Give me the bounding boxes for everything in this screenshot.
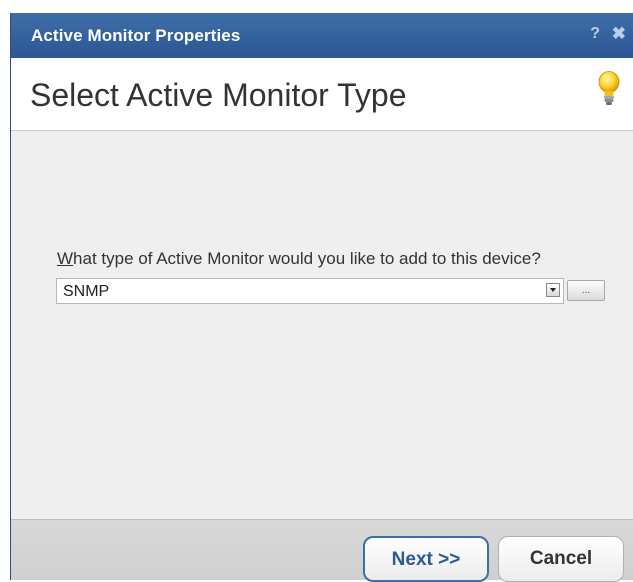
question-text: hat type of Active Monitor would you lik… (73, 249, 541, 268)
help-button[interactable]: ? (590, 25, 600, 43)
browse-monitors-button[interactable]: ... (567, 280, 605, 301)
monitor-type-value: SNMP (63, 283, 110, 300)
lightbulb-icon[interactable] (598, 71, 620, 107)
wizard-footer: Next >> Cancel (11, 519, 633, 582)
next-button[interactable]: Next >> (363, 536, 489, 582)
monitor-type-question: What type of Active Monitor would you li… (57, 249, 541, 269)
close-button[interactable]: ✖ (612, 24, 626, 44)
wizard-header: Select Active Monitor Type (11, 58, 633, 131)
question-accelerator: W (57, 249, 74, 268)
monitor-type-select[interactable]: SNMP (56, 278, 564, 304)
window-title: Active Monitor Properties (31, 26, 241, 45)
page-title: Select Active Monitor Type (30, 77, 407, 113)
cancel-button[interactable]: Cancel (498, 536, 624, 582)
chevron-down-icon[interactable] (546, 283, 560, 297)
title-bar[interactable]: Active Monitor Properties ? ✖ (11, 13, 633, 58)
wizard-body: What type of Active Monitor would you li… (11, 131, 633, 519)
active-monitor-properties-dialog: Active Monitor Properties ? ✖ Select Act… (10, 13, 633, 582)
